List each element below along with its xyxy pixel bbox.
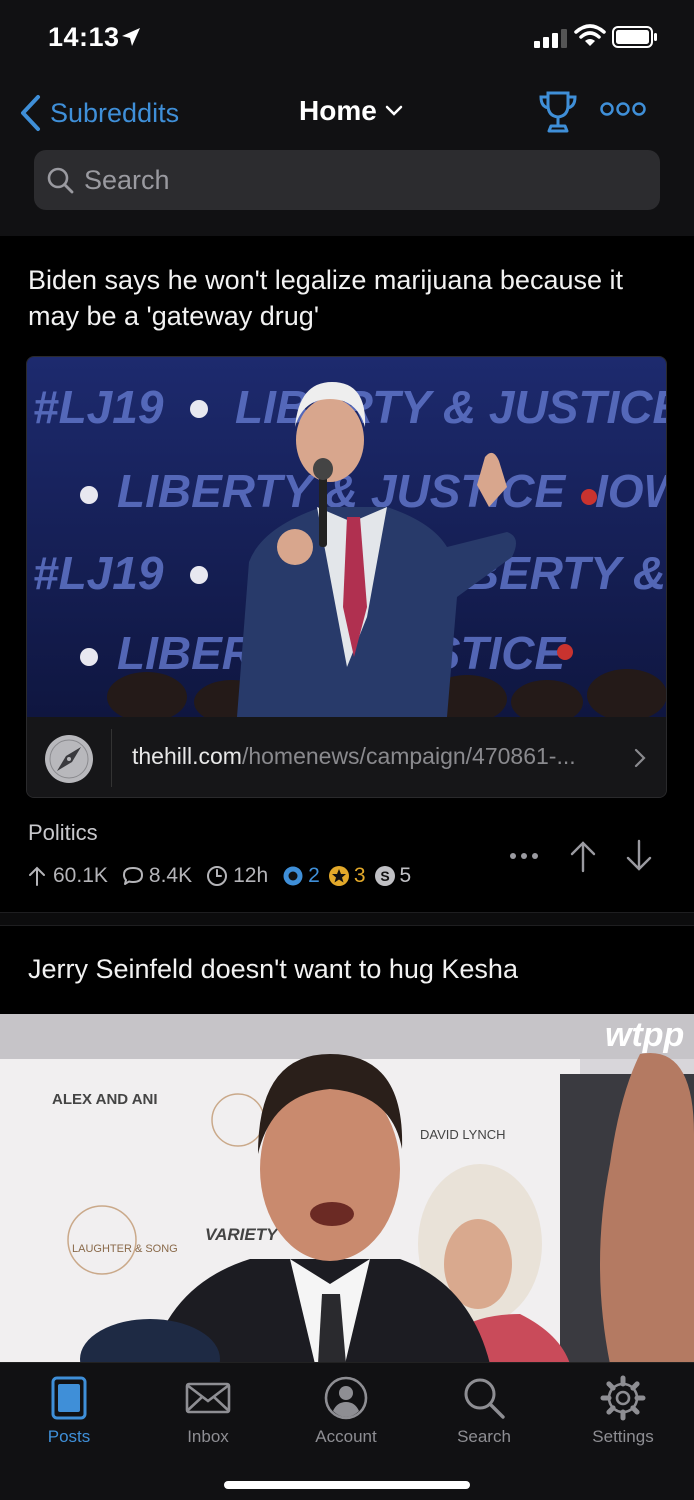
chevron-left-icon — [21, 95, 40, 131]
link-preview-card[interactable]: #LJ19 LIBERTY & JUSTICE LIBERTY & JUSTIC… — [26, 356, 667, 798]
watermark: wtpp — [605, 1016, 684, 1054]
battery-icon — [612, 26, 657, 48]
backdrop-text: #LJ19 — [33, 547, 164, 599]
banner-text: LAUGHTER & SONG — [72, 1243, 178, 1255]
link-divider — [111, 729, 112, 787]
platinum-award-icon: S — [374, 866, 395, 886]
back-label: Subreddits — [50, 97, 180, 128]
upvote-count: 60.1K — [26, 864, 108, 888]
banner-text: ALEX AND ANI — [52, 1091, 158, 1108]
subreddits-back-button[interactable]: Subreddits — [18, 93, 179, 133]
tab-search[interactable]: Search — [424, 1375, 544, 1455]
banner-text: VARIETY — [205, 1225, 279, 1244]
tab-inbox[interactable]: Inbox — [148, 1375, 268, 1455]
comment-icon — [122, 867, 143, 885]
post-options-icon[interactable] — [508, 838, 542, 874]
chevron-down-icon — [385, 105, 403, 116]
tab-bar: Posts Inbox Account Search Settings — [0, 1362, 694, 1500]
post-metadata: 60.1K 8.4K 12h 2 3 S 5 — [26, 862, 419, 890]
more-icon[interactable] — [600, 100, 646, 118]
posts-icon — [51, 1376, 87, 1420]
tab-label: Inbox — [187, 1427, 229, 1446]
settings-icon — [600, 1375, 646, 1421]
tab-label: Settings — [592, 1427, 654, 1446]
location-arrow-icon — [122, 28, 140, 46]
link-url[interactable]: thehill.com/homenews/campaign/470861-... — [132, 743, 576, 770]
upvote-button[interactable] — [566, 838, 600, 874]
post-separator — [0, 912, 694, 926]
post-image[interactable]: #LJ19 LIBERTY & JUSTICE LIBERTY & JUSTIC… — [27, 357, 667, 717]
banner-text: DAVID LYNCH — [420, 1127, 505, 1142]
link-domain: thehill.com — [132, 743, 242, 769]
gold-award-icon — [328, 866, 349, 886]
downvote-button[interactable] — [622, 838, 656, 874]
home-indicator[interactable] — [224, 1481, 470, 1489]
silver-award-icon — [283, 866, 303, 886]
gold-award: 3 — [328, 864, 366, 888]
platinum-award: S 5 — [374, 864, 411, 888]
search-icon — [47, 167, 74, 194]
tab-label: Posts — [47, 1427, 91, 1446]
backdrop-text: #LJ19 — [33, 381, 164, 433]
search-input[interactable] — [84, 164, 644, 196]
navigation-bar: Subreddits Home — [0, 80, 694, 236]
backdrop-text: IOWA — [595, 465, 667, 517]
link-path: /homenews/campaign/470861-... — [241, 743, 576, 769]
tab-posts[interactable]: Posts — [9, 1375, 129, 1455]
status-bar: 14:13 — [0, 0, 694, 80]
cellular-signal-icon — [534, 29, 567, 48]
svg-text:S: S — [380, 868, 389, 884]
arrow-up-icon — [29, 866, 45, 886]
post-video-thumbnail[interactable]: ALEX AND ANI LAUGHTER & SONG DAVID LYNCH… — [0, 1014, 694, 1364]
tab-label: Search — [457, 1427, 511, 1446]
post-title[interactable]: Jerry Seinfeld doesn't want to hug Kesha — [28, 954, 518, 985]
tab-label: Account — [315, 1427, 377, 1446]
silver-award: 2 — [282, 864, 320, 888]
compass-icon — [45, 735, 93, 783]
post-title[interactable]: Biden says he won't legalize marijuana b… — [28, 262, 668, 334]
link-bar[interactable]: thehill.com/homenews/campaign/470861-... — [27, 717, 666, 797]
account-icon — [324, 1376, 368, 1420]
inbox-icon — [185, 1382, 231, 1414]
chevron-right-icon — [634, 748, 646, 768]
home-feed-selector[interactable]: Home — [299, 95, 403, 127]
subreddit-name[interactable]: Politics — [28, 820, 98, 846]
comment-count: 8.4K — [122, 864, 192, 888]
tab-account[interactable]: Account — [286, 1375, 406, 1455]
page-title: Home — [299, 95, 377, 126]
search-bar[interactable] — [34, 150, 660, 210]
post-age: 12h — [206, 864, 268, 888]
status-time: 14:13 — [48, 22, 120, 52]
search-icon — [464, 1378, 505, 1419]
tab-settings[interactable]: Settings — [563, 1375, 683, 1455]
clock-icon — [207, 866, 228, 886]
trophy-icon[interactable] — [538, 90, 578, 134]
wifi-icon — [574, 24, 606, 46]
post-actions — [508, 838, 658, 874]
